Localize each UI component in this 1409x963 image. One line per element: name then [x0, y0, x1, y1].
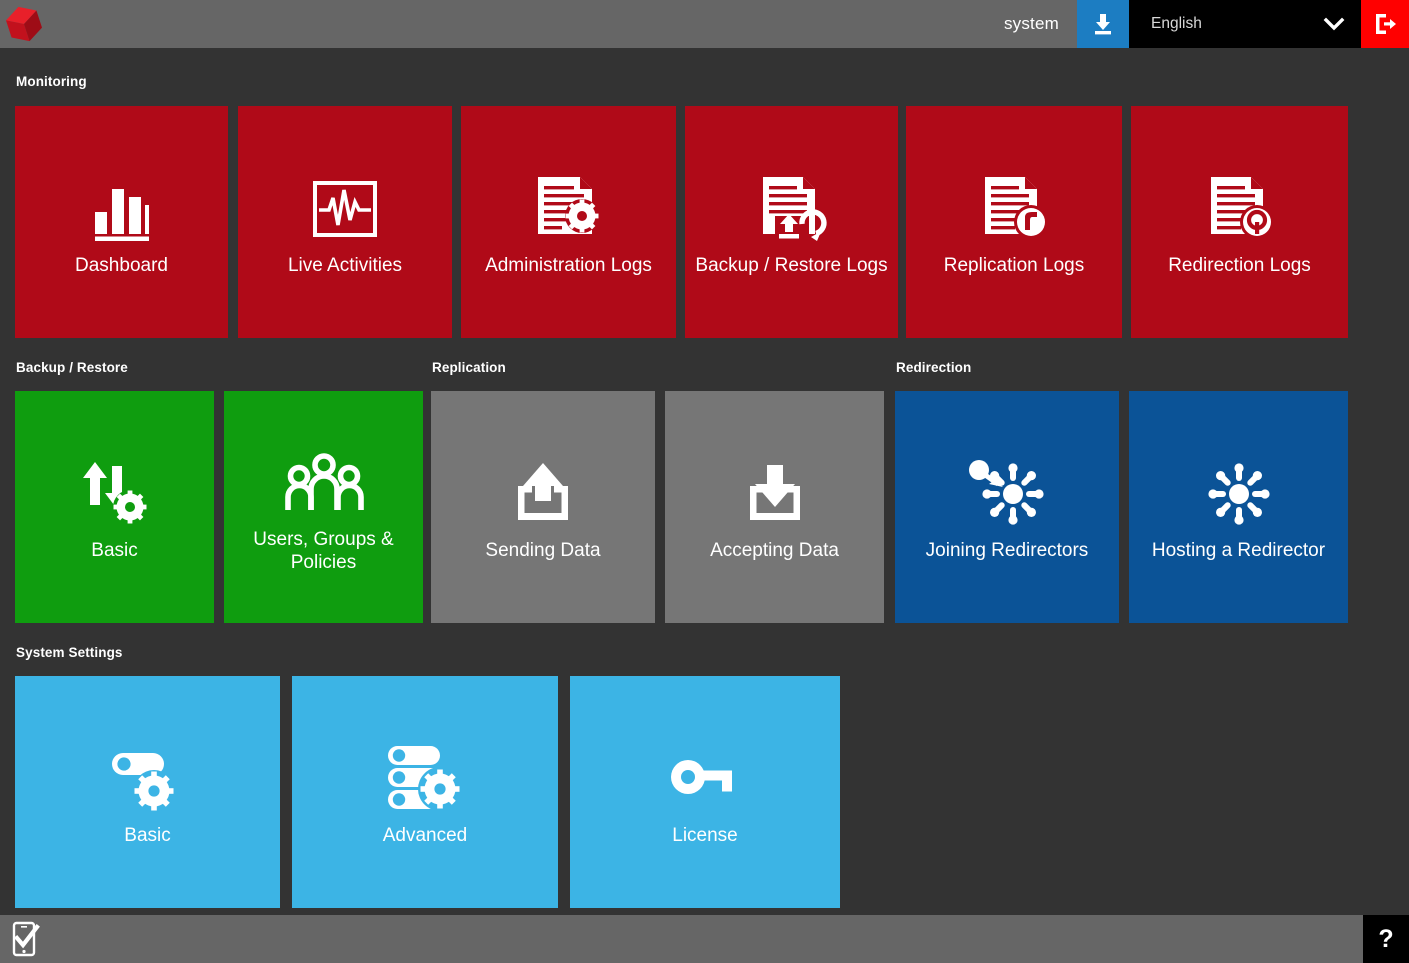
tile-label: Basic	[91, 540, 138, 562]
tile-license-button[interactable]: License	[570, 676, 840, 908]
tile-dashboard: Monitoring Dashboard Live Activities Adm…	[0, 48, 1409, 915]
tile-system-basic-button[interactable]: Basic	[15, 676, 280, 908]
section-title-replication: Replication	[432, 360, 506, 375]
bar-chart-icon	[85, 166, 159, 252]
red-cube-logo[interactable]	[0, 0, 48, 48]
node-hub-icon	[1199, 451, 1279, 537]
transfer-arrows-gear-icon	[75, 451, 155, 537]
section-title-redirection: Redirection	[896, 360, 972, 375]
document-backup-restore-icon	[753, 166, 831, 252]
tile-label: Accepting Data	[710, 540, 839, 562]
document-redirection-icon	[1201, 166, 1279, 252]
tile-replication-logs-button[interactable]: Replication Logs	[906, 106, 1122, 338]
section-title-system-settings: System Settings	[16, 645, 123, 660]
chevron-down-icon	[1323, 17, 1345, 31]
language-label: English	[1151, 15, 1202, 32]
language-selector[interactable]: English	[1129, 0, 1361, 48]
tile-label: Joining Redirectors	[925, 540, 1089, 562]
tile-label: Redirection Logs	[1168, 255, 1311, 277]
tile-label: Sending Data	[485, 540, 601, 562]
header-spacer	[48, 0, 994, 48]
tile-label: Replication Logs	[943, 255, 1085, 277]
tile-label: Users, Groups & Policies	[253, 528, 394, 573]
upload-tray-icon	[505, 451, 581, 537]
document-replication-icon	[975, 166, 1053, 252]
tile-backup-restore-basic-button[interactable]: Basic	[15, 391, 214, 623]
node-join-hub-icon	[965, 451, 1049, 537]
tile-label: Dashboard	[75, 255, 168, 277]
status-bar: ?	[0, 915, 1409, 963]
help-button[interactable]: ?	[1363, 915, 1409, 963]
tile-label: Basic	[124, 825, 171, 847]
tile-label: Advanced	[382, 825, 468, 847]
tile-live-activities-button[interactable]: Live Activities	[238, 106, 452, 338]
tile-backup-restore-logs-button[interactable]: Backup / Restore Logs	[685, 106, 898, 338]
tile-hosting-redirector-button[interactable]: Hosting a Redirector	[1129, 391, 1348, 623]
download-tray-icon	[737, 451, 813, 537]
mobile-check-icon	[12, 921, 40, 957]
tile-sending-data-button[interactable]: Sending Data	[431, 391, 655, 623]
status-bar-spacer	[50, 915, 1363, 963]
key-icon	[668, 736, 742, 822]
logout-button[interactable]	[1361, 0, 1409, 48]
tile-label: Hosting a Redirector	[1151, 540, 1326, 562]
server-gear-icon	[382, 736, 468, 822]
tile-label: Administration Logs	[485, 255, 652, 277]
toggle-gear-icon	[107, 736, 189, 822]
people-group-icon	[282, 440, 366, 526]
tile-label: Backup / Restore Logs	[695, 255, 888, 277]
section-title-monitoring: Monitoring	[16, 74, 87, 89]
heartbeat-monitor-icon	[308, 166, 382, 252]
document-gear-icon	[530, 166, 608, 252]
app-header: system English	[0, 0, 1409, 48]
tile-label: License	[672, 825, 738, 847]
section-title-backup-restore: Backup / Restore	[16, 360, 128, 375]
download-icon	[1095, 14, 1111, 35]
tile-accepting-data-button[interactable]: Accepting Data	[665, 391, 884, 623]
tile-joining-redirectors-button[interactable]: Joining Redirectors	[895, 391, 1119, 623]
current-user-label: system	[1003, 14, 1059, 33]
tile-administration-logs-button[interactable]: Administration Logs	[461, 106, 676, 338]
mobile-check-button[interactable]	[0, 915, 50, 963]
tile-label: Live Activities	[287, 255, 403, 277]
download-button[interactable]	[1077, 0, 1129, 48]
tile-users-groups-policies-button[interactable]: Users, Groups & Policies	[224, 391, 423, 623]
logout-icon	[1376, 14, 1396, 34]
tile-system-advanced-button[interactable]: Advanced	[292, 676, 558, 908]
tile-redirection-logs-button[interactable]: Redirection Logs	[1131, 106, 1348, 338]
tile-dashboard-button[interactable]: Dashboard	[15, 106, 228, 338]
